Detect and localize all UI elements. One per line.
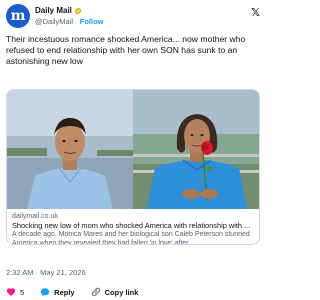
tweet-text: Their incestuous romance shocked America… <box>6 34 246 66</box>
follow-button[interactable]: Follow <box>80 17 104 26</box>
tweet-header: m Daily Mail @DailyMail · Follow 𝕏 <box>6 4 260 28</box>
account-handle[interactable]: @DailyMail <box>35 17 73 26</box>
photo-mother <box>133 90 259 209</box>
photo-son <box>7 90 133 209</box>
timestamp[interactable]: 2:32 AM · May 21, 2026 <box>6 268 86 277</box>
avatar[interactable]: m <box>6 4 30 28</box>
reply-label: Reply <box>54 287 75 297</box>
card-description: A decade ago, Monica Mares and her biolo… <box>12 231 250 245</box>
account-name[interactable]: Daily Mail <box>35 6 72 16</box>
photo-mother-illustration <box>133 90 259 209</box>
reply-button[interactable]: Reply <box>40 287 75 297</box>
handle-row: @DailyMail · Follow <box>35 17 103 27</box>
heart-icon <box>6 288 16 296</box>
verified-badge-icon <box>74 7 82 15</box>
card-title[interactable]: Shocking new low of mom who shocked Amer… <box>12 221 256 230</box>
link-card[interactable]: dailymail.co.uk Shocking new low of mom … <box>6 89 260 245</box>
card-domain: dailymail.co.uk <box>12 213 58 220</box>
card-image[interactable] <box>7 90 259 209</box>
card-meta: dailymail.co.uk Shocking new low of mom … <box>12 212 256 245</box>
action-bar: 5 Reply Copy link <box>6 285 260 299</box>
account-names: Daily Mail @DailyMail · Follow <box>35 6 103 27</box>
link-icon <box>91 287 100 297</box>
separator: · <box>75 17 78 26</box>
copy-link-button[interactable]: Copy link <box>91 287 139 297</box>
photo-son-illustration <box>7 90 133 209</box>
account-name-row: Daily Mail <box>35 6 103 16</box>
like-button[interactable]: 5 <box>6 287 24 297</box>
like-count: 5 <box>20 287 25 297</box>
x-logo-icon[interactable]: 𝕏 <box>251 6 260 19</box>
copy-link-label: Copy link <box>104 287 139 297</box>
reply-icon <box>41 288 50 297</box>
